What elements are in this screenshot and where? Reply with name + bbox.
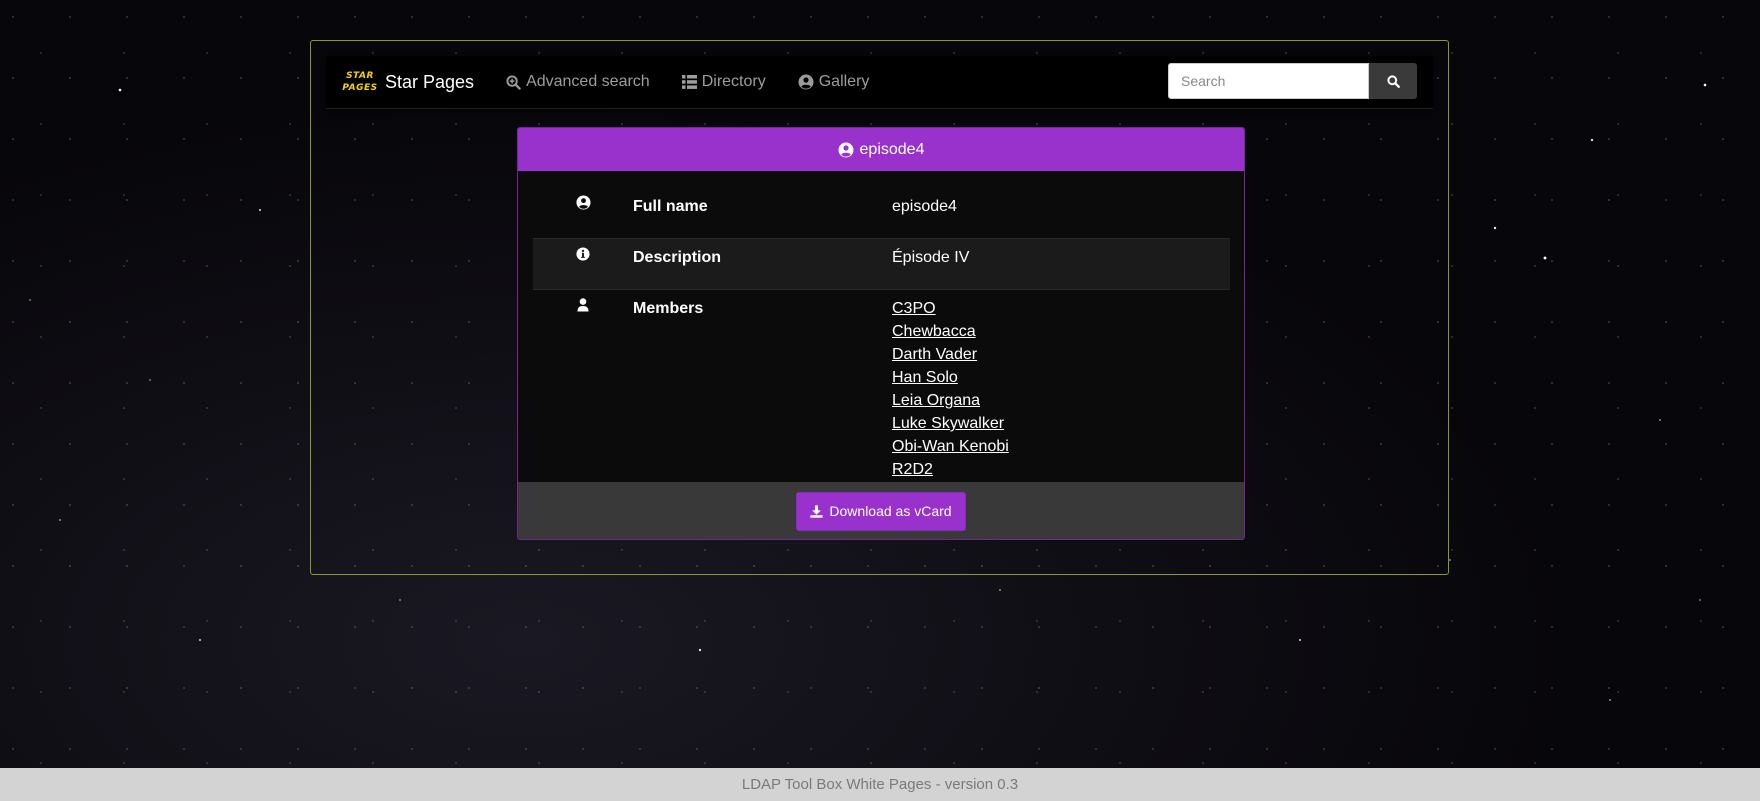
member-link[interactable]: C3PO (892, 297, 1230, 320)
attribute-value: Épisode IV (892, 249, 970, 266)
member-link[interactable]: Leia Organa (892, 389, 1230, 412)
download-vcard-button[interactable]: Download as vCard (796, 491, 966, 531)
nav-gallery[interactable]: Gallery (798, 73, 870, 91)
brand-name: Star Pages (385, 71, 475, 92)
search-icon (1386, 74, 1400, 88)
user-circle-icon (838, 142, 854, 157)
user-circle-icon (798, 74, 814, 90)
info-circle-icon (576, 247, 590, 261)
search-plus-icon (506, 74, 521, 90)
search-button[interactable] (1369, 63, 1417, 99)
table-row: Description Épisode IV (533, 238, 1230, 290)
page-footer: LDAP Tool Box White Pages - version 0.3 (0, 768, 1760, 801)
attribute-label: Members (633, 300, 704, 317)
entry-panel-heading: episode4 (518, 128, 1244, 171)
logo-text-pages: PAGES (342, 82, 378, 93)
user-circle-icon (575, 195, 591, 210)
user-icon (577, 298, 589, 312)
star-pages-logo: STAR PAGES (341, 67, 379, 97)
member-link[interactable]: Han Solo (892, 366, 1230, 389)
member-link[interactable]: Luke Skywalker (892, 412, 1230, 435)
navbar: STAR PAGES Star Pages Advanced search Di… (326, 56, 1433, 109)
main-container: STAR PAGES Star Pages Advanced search Di… (310, 40, 1449, 575)
attribute-value: episode4 (892, 198, 957, 215)
attributes-table: Full name episode4 Description Épisode I… (533, 188, 1230, 481)
table-row: Members C3PO Chewbacca Darth Vader Han S… (533, 289, 1230, 482)
nav-advanced-search-label: Advanced search (526, 73, 650, 90)
attribute-label: Full name (633, 198, 708, 215)
member-link[interactable]: Darth Vader (892, 343, 1230, 366)
entry-panel: episode4 Full name episode4 Description … (517, 127, 1245, 540)
nav-advanced-search[interactable]: Advanced search (506, 73, 650, 91)
member-link[interactable]: Chewbacca (892, 320, 1230, 343)
download-icon (810, 504, 823, 518)
list-icon (681, 75, 697, 89)
attribute-label: Description (633, 249, 722, 266)
entry-title: episode4 (859, 140, 925, 158)
table-row: Full name episode4 (533, 188, 1230, 239)
member-link[interactable]: Obi-Wan Kenobi (892, 435, 1230, 458)
entry-panel-footer: Download as vCard (518, 482, 1244, 539)
nav-gallery-label: Gallery (818, 73, 870, 90)
search-input[interactable] (1168, 63, 1369, 99)
download-vcard-label: Download as vCard (829, 503, 952, 519)
search-form (1168, 63, 1417, 99)
member-list: C3PO Chewbacca Darth Vader Han Solo Leia… (892, 297, 1230, 481)
footer-text: LDAP Tool Box White Pages - version 0.3 (741, 776, 1019, 793)
logo-text-star: STAR (346, 70, 374, 81)
nav-directory[interactable]: Directory (681, 73, 766, 91)
member-link[interactable]: R2D2 (892, 458, 1230, 481)
nav-directory-label: Directory (701, 73, 766, 90)
brand-link[interactable]: STAR PAGES Star Pages (341, 67, 474, 97)
